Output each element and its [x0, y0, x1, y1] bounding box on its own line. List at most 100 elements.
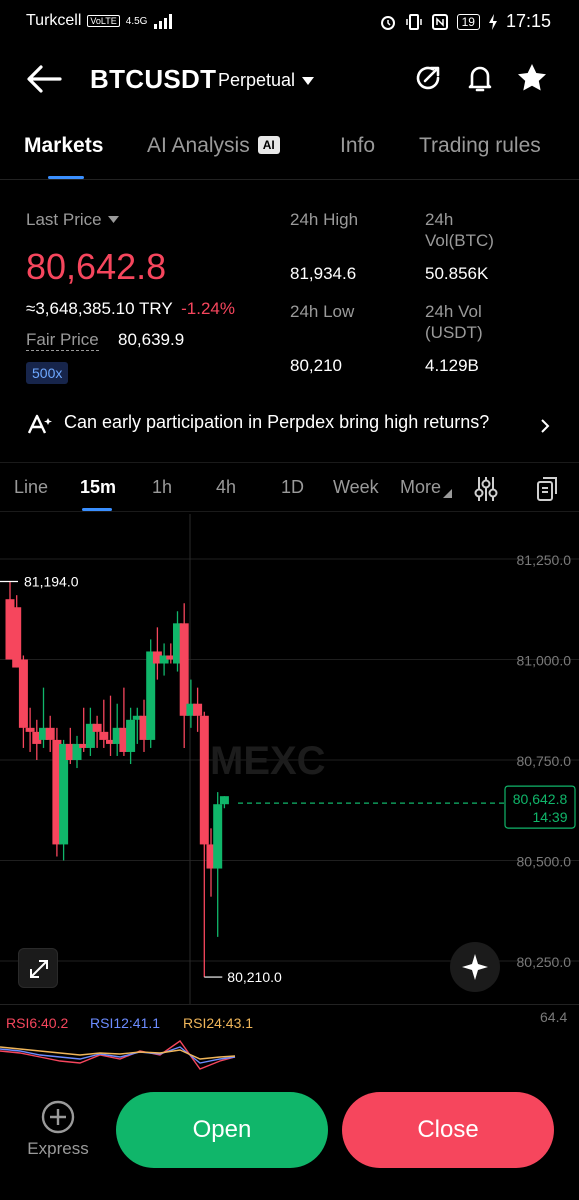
- ai-badge: AI: [257, 136, 280, 154]
- bell-icon[interactable]: [464, 62, 496, 94]
- chart-layout-icon[interactable]: [536, 476, 560, 502]
- battery-level: 19: [456, 13, 480, 30]
- contract-selector[interactable]: Perpetual: [218, 70, 315, 91]
- interval-4h[interactable]: 4h: [216, 477, 236, 498]
- clock: 17:15: [505, 11, 551, 31]
- caret-down-icon: [107, 216, 119, 223]
- ai-logo-icon: [28, 414, 52, 434]
- tab-info[interactable]: Info: [340, 134, 375, 158]
- top-header: BTCUSDT Perpetual: [0, 56, 579, 104]
- interval-more[interactable]: More: [400, 477, 453, 498]
- leverage-badge: 500x: [26, 362, 69, 384]
- main-tabs: Markets AI Analysis AI Info Trading rules: [0, 128, 579, 180]
- fullscreen-button[interactable]: [18, 948, 58, 988]
- alarm-icon: [380, 15, 395, 30]
- interval-line[interactable]: Line: [14, 477, 48, 498]
- rsi24-value: RSI24:43.1: [183, 1015, 254, 1031]
- rsi-lines: [0, 1040, 236, 1070]
- interval-bar: Line 15m 1h 4h 1D Week More: [0, 462, 579, 512]
- low-24h: 80,210: [290, 356, 342, 375]
- tab-markets-label: Markets: [24, 134, 104, 157]
- active-interval-indicator: [82, 508, 112, 511]
- symbol-title[interactable]: BTCUSDT: [90, 64, 216, 95]
- candle-body: [179, 623, 189, 716]
- low-24h-label: 24h Low: [290, 302, 355, 321]
- last-price: 80,642.8: [26, 246, 167, 287]
- network-type: 4.5G: [125, 15, 148, 27]
- price-axis-label: 80,750.0: [517, 753, 572, 769]
- banner-text: Can early participation in Perpdex bring…: [64, 412, 490, 432]
- price-axis-label: 81,000.0: [517, 653, 572, 669]
- interval-1h[interactable]: 1h: [152, 477, 172, 498]
- share-icon[interactable]: [412, 62, 444, 94]
- try-conversion: ≈3,648,385.10 TRY -1.24%: [26, 299, 235, 319]
- charging-icon: [488, 13, 497, 30]
- tab-ai-analysis-label: AI Analysis: [147, 134, 250, 157]
- status-bar: Turkcell VoLTE 4.5G 19 17:15: [0, 0, 579, 44]
- countdown-label: 14:39: [532, 809, 567, 825]
- rsi12-value: RSI12:41.1: [90, 1015, 161, 1031]
- open-button[interactable]: Open: [116, 1092, 328, 1168]
- candle-body: [213, 804, 223, 869]
- candle-body: [12, 607, 22, 668]
- price-axis-label: 80,250.0: [517, 954, 572, 970]
- tab-ai-analysis[interactable]: AI Analysis AI: [147, 134, 280, 158]
- candle-body: [193, 703, 203, 716]
- volte-badge: VoLTE: [87, 15, 120, 27]
- high-24h-label: 24h High: [290, 210, 359, 229]
- market-stats: Last Price 80,642.8 ≈3,648,385.10 TRY -1…: [0, 200, 579, 400]
- fair-price-label[interactable]: Fair Price: [26, 330, 99, 351]
- tab-trading-rules-label: Trading rules: [419, 134, 541, 157]
- tab-markets[interactable]: Markets: [24, 134, 103, 158]
- signal-icon: [154, 14, 173, 29]
- candle-body: [92, 723, 102, 732]
- price-change: -1.24%: [181, 299, 236, 318]
- vibrate-icon: [405, 13, 422, 30]
- plus-circle-icon: [41, 1100, 75, 1134]
- close-button[interactable]: Close: [342, 1092, 554, 1168]
- candle-body: [146, 651, 156, 740]
- chevron-right-icon: [541, 419, 550, 433]
- high-24h: 81,934.6: [290, 264, 357, 283]
- rsi-level: 64.4: [540, 1009, 568, 1025]
- candle-body: [99, 731, 109, 740]
- candle-body: [199, 715, 209, 845]
- vol-btc: 50.856K: [425, 264, 489, 283]
- express-label: Express: [27, 1139, 89, 1158]
- candle-body: [219, 796, 229, 805]
- bottom-action-bar: Express Open Close: [0, 1086, 579, 1200]
- interval-1d[interactable]: 1D: [281, 477, 304, 498]
- tab-info-label: Info: [340, 134, 376, 157]
- vol-usdt-label-line2: (USDT): [425, 323, 483, 342]
- drawing-tools-button[interactable]: [450, 942, 500, 992]
- interval-week[interactable]: Week: [333, 477, 379, 498]
- caret-down-icon: [302, 76, 315, 85]
- tab-trading-rules[interactable]: Trading rules: [419, 134, 541, 158]
- expand-icon: [30, 960, 48, 978]
- candle-body: [45, 727, 55, 740]
- last-price-selector[interactable]: Last Price: [26, 210, 119, 230]
- low-marker-label: 80,210.0: [227, 969, 282, 985]
- active-tab-indicator: [48, 176, 84, 179]
- sparkle-icon: [462, 954, 488, 980]
- candle-body: [126, 719, 136, 752]
- ai-insight-banner[interactable]: Can early participation in Perpdex bring…: [0, 404, 579, 444]
- try-value: ≈3,648,385.10 TRY: [26, 299, 173, 318]
- interval-15m[interactable]: 15m: [80, 477, 116, 498]
- candlestick-chart[interactable]: 81,250.0 81,000.0 80,750.0 80,500.0 80,250.0…: [0, 514, 579, 1004]
- back-arrow-icon[interactable]: [26, 64, 62, 94]
- candle-body: [18, 659, 28, 728]
- corner-caret-icon: [443, 489, 453, 498]
- high-marker-label: 81,194.0: [24, 574, 79, 590]
- price-axis-label: 81,250.0: [517, 552, 572, 568]
- vol-btc-label-line1: 24h: [425, 210, 454, 229]
- current-price-label: 80,642.8: [513, 791, 568, 807]
- vol-usdt-label-line1: 24h Vol: [425, 302, 482, 321]
- fair-price: 80,639.9: [118, 330, 185, 349]
- vol-btc-label-line2: Vol(BTC): [425, 231, 494, 250]
- interval-more-label: More: [400, 477, 442, 497]
- nfc-icon: [431, 13, 448, 30]
- indicator-settings-icon[interactable]: [474, 476, 498, 502]
- favorite-star-icon[interactable]: [516, 62, 548, 94]
- express-button[interactable]: Express: [22, 1100, 94, 1159]
